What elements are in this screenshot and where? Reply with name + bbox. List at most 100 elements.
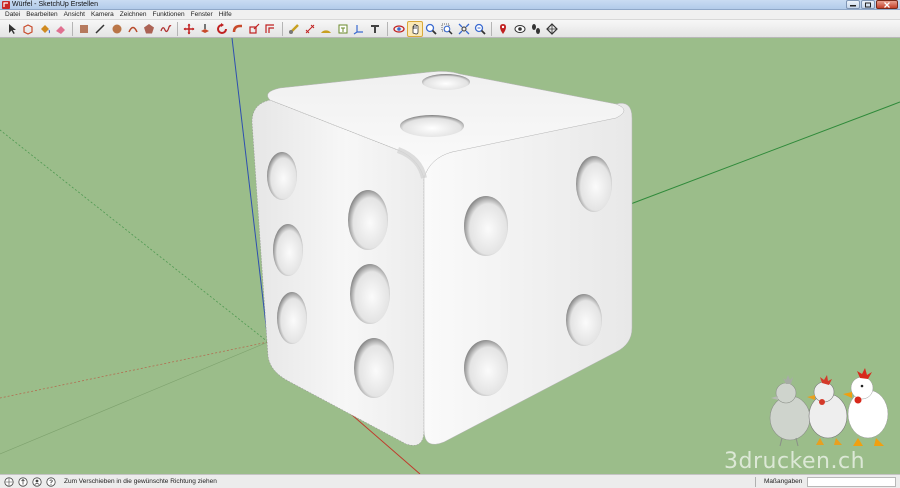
sketchup-app-icon[interactable] (2, 1, 10, 9)
chicken-sketch (807, 375, 848, 445)
paint-bucket-icon (40, 24, 50, 33)
move-tool-icon (183, 23, 195, 34)
3d-text-icon (371, 24, 380, 33)
orbit-tool-icon (392, 24, 405, 33)
arc-tool-icon (128, 26, 138, 32)
zoom-extents-button[interactable] (456, 21, 472, 37)
menu-bar: Datei Bearbeiten Ansicht Kamera Zeichnen… (0, 10, 900, 20)
scale-tool-button[interactable] (246, 21, 262, 37)
menu-kamera[interactable]: Kamera (88, 10, 117, 19)
red-axis-back (0, 341, 269, 399)
line-tool-icon (95, 23, 106, 34)
pan-tool-button[interactable] (406, 20, 423, 37)
freehand-tool-button[interactable] (158, 21, 174, 37)
status-hint-text: Zum Verschieben in die gewünschte Richtu… (64, 478, 217, 485)
dice-right-face (423, 103, 633, 445)
window-controls (845, 0, 898, 10)
paint-bucket-button[interactable] (37, 21, 53, 37)
geo-location-icon[interactable] (3, 476, 14, 487)
move-tool-button[interactable] (181, 21, 197, 37)
eraser-button[interactable] (53, 21, 69, 37)
arc-tool-button[interactable] (125, 21, 141, 37)
chicken-figures (769, 368, 889, 447)
text-tool-button[interactable] (335, 21, 351, 37)
offset-tool-icon (265, 23, 275, 33)
walk-tool-icon (531, 23, 540, 34)
section-plane-icon (546, 22, 559, 35)
rotate-tool-icon (216, 22, 227, 34)
menu-ansicht[interactable]: Ansicht (61, 10, 88, 19)
toolbar-separator (72, 21, 74, 36)
section-plane-button[interactable] (544, 21, 560, 37)
polygon-tool-button[interactable] (141, 21, 157, 37)
3d-text-button[interactable] (367, 21, 383, 37)
help-icon[interactable] (45, 476, 56, 487)
make-component-icon (23, 23, 33, 35)
follow-me-icon (232, 24, 242, 32)
green-axis-back (0, 129, 269, 343)
menu-zeichnen[interactable]: Zeichnen (117, 10, 150, 19)
green-axis-front (619, 101, 900, 209)
zoom-tool-button[interactable] (423, 21, 439, 37)
text-tool-icon (338, 24, 348, 33)
rotate-tool-button[interactable] (214, 21, 230, 37)
pan-tool-icon (412, 23, 419, 34)
circle-tool-button[interactable] (109, 21, 125, 37)
rectangle-tool-icon (80, 24, 89, 33)
menu-hilfe[interactable]: Hilfe (216, 10, 235, 19)
look-around-icon (514, 24, 526, 33)
tape-measure-button[interactable] (286, 21, 302, 37)
chicken-wireframe (769, 375, 811, 447)
make-component-button[interactable] (20, 21, 36, 37)
protractor-button[interactable] (318, 21, 334, 37)
status-divider (755, 477, 756, 487)
zoom-tool-icon (425, 23, 437, 35)
walk-tool-button[interactable] (528, 21, 544, 37)
look-around-button[interactable] (512, 21, 528, 37)
window-title: Würfel - SketchUp Erstellen (12, 1, 98, 8)
maximize-icon (865, 2, 871, 7)
freehand-tool-icon (160, 24, 172, 32)
toolbar-separator (281, 21, 283, 36)
eraser-icon (55, 25, 65, 34)
minimize-button[interactable] (846, 0, 860, 9)
measurements-input[interactable] (807, 477, 896, 487)
line-tool-button[interactable] (92, 21, 108, 37)
zoom-window-button[interactable] (439, 21, 455, 37)
measurements-label: Maßangaben (764, 478, 803, 485)
toolbar-separator (491, 21, 493, 36)
status-bar: Zum Verschieben in die gewünschte Richtu… (0, 474, 900, 488)
scale-tool-icon (249, 23, 260, 34)
previous-view-button[interactable] (472, 21, 488, 37)
toolbar-separator (176, 21, 178, 36)
rectangle-tool-button[interactable] (76, 21, 92, 37)
dimension-tool-button[interactable] (302, 21, 318, 37)
previous-view-icon (474, 23, 486, 35)
dice-model[interactable] (251, 71, 633, 446)
menu-fenster[interactable]: Fenster (188, 10, 216, 19)
menu-funktionen[interactable]: Funktionen (149, 10, 187, 19)
watermark-text: 3drucken.ch (724, 449, 866, 474)
toolbar-separator (386, 21, 388, 36)
menu-datei[interactable]: Datei (2, 10, 23, 19)
modeling-viewport[interactable] (0, 38, 900, 474)
menu-bearbeiten[interactable]: Bearbeiten (23, 10, 60, 19)
credits-icon[interactable] (17, 476, 28, 487)
orbit-tool-button[interactable] (391, 21, 407, 37)
offset-tool-button[interactable] (262, 21, 278, 37)
close-button[interactable] (876, 0, 898, 9)
position-camera-button[interactable] (495, 21, 511, 37)
user-account-icon[interactable] (31, 476, 42, 487)
axes-tool-button[interactable] (351, 21, 367, 37)
circle-tool-icon (112, 24, 122, 33)
maximize-button[interactable] (861, 0, 875, 9)
select-tool-icon (9, 23, 16, 34)
push-pull-icon (201, 23, 210, 33)
ground-line (0, 341, 269, 455)
scene-canvas[interactable] (0, 38, 900, 474)
polygon-tool-icon (144, 23, 155, 33)
follow-me-button[interactable] (230, 21, 246, 37)
select-tool-button[interactable] (4, 21, 20, 37)
push-pull-button[interactable] (197, 21, 213, 37)
dimension-tool-icon (305, 24, 315, 33)
